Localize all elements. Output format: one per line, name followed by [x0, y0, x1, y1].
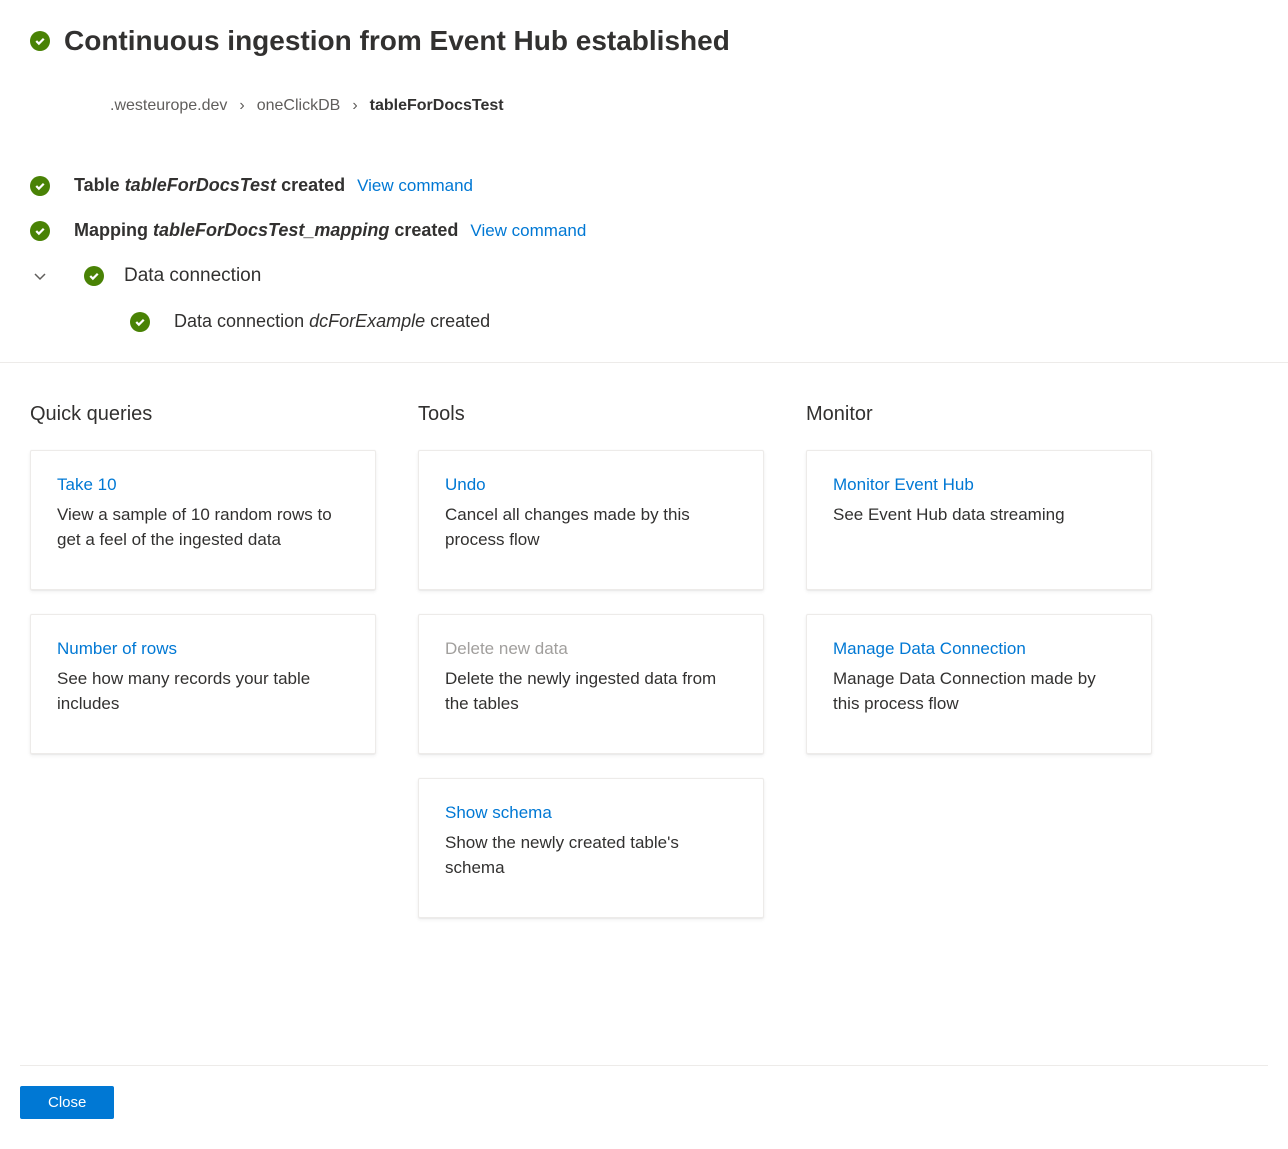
- success-check-icon: [84, 266, 104, 286]
- card-show-schema[interactable]: Show schema Show the newly created table…: [418, 778, 764, 918]
- status-text: Table tableForDocsTest created: [74, 175, 345, 196]
- success-check-icon: [30, 176, 50, 196]
- card-number-of-rows[interactable]: Number of rows See how many records your…: [30, 614, 376, 754]
- card-monitor-event-hub[interactable]: Monitor Event Hub See Event Hub data str…: [806, 450, 1152, 590]
- card-take-10[interactable]: Take 10 View a sample of 10 random rows …: [30, 450, 376, 590]
- status-text: Data connection dcForExample created: [174, 311, 490, 332]
- view-command-link[interactable]: View command: [470, 221, 586, 241]
- success-check-icon: [30, 221, 50, 241]
- success-check-icon: [130, 312, 150, 332]
- card-manage-data-connection[interactable]: Manage Data Connection Manage Data Conne…: [806, 614, 1152, 754]
- breadcrumb: .westeurope.dev › oneClickDB › tableForD…: [110, 97, 1258, 115]
- card-desc: Delete the newly ingested data from the …: [445, 667, 737, 716]
- data-connection-expandable[interactable]: Data connection: [30, 265, 1258, 287]
- card-title: Delete new data: [445, 639, 737, 659]
- breadcrumb-item-database[interactable]: oneClickDB: [257, 97, 341, 115]
- status-text: Mapping tableForDocsTest_mapping created: [74, 220, 458, 241]
- chevron-down-icon: [30, 268, 50, 284]
- tools-section: Tools Undo Cancel all changes made by th…: [418, 403, 764, 942]
- chevron-right-icon: ›: [352, 97, 357, 115]
- close-button[interactable]: Close: [20, 1086, 114, 1119]
- card-desc: View a sample of 10 random rows to get a…: [57, 503, 349, 552]
- page-title: Continuous ingestion from Event Hub esta…: [64, 25, 730, 57]
- section-header: Monitor: [806, 403, 1152, 426]
- card-title[interactable]: Show schema: [445, 803, 737, 823]
- status-table-created: Table tableForDocsTest created View comm…: [30, 175, 1258, 196]
- card-desc: See Event Hub data streaming: [833, 503, 1125, 528]
- card-title[interactable]: Monitor Event Hub: [833, 475, 1125, 495]
- section-header: Tools: [418, 403, 764, 426]
- status-mapping-created: Mapping tableForDocsTest_mapping created…: [30, 220, 1258, 241]
- monitor-section: Monitor Monitor Event Hub See Event Hub …: [806, 403, 1152, 942]
- breadcrumb-item-table: tableForDocsTest: [370, 97, 504, 115]
- quick-queries-section: Quick queries Take 10 View a sample of 1…: [30, 403, 376, 942]
- card-desc: Show the newly created table's schema: [445, 831, 737, 880]
- card-title[interactable]: Undo: [445, 475, 737, 495]
- card-delete-new-data: Delete new data Delete the newly ingeste…: [418, 614, 764, 754]
- divider: [0, 362, 1288, 363]
- card-desc: Cancel all changes made by this process …: [445, 503, 737, 552]
- card-title[interactable]: Take 10: [57, 475, 349, 495]
- status-data-connection-created: Data connection dcForExample created: [130, 311, 1258, 332]
- card-title[interactable]: Manage Data Connection: [833, 639, 1125, 659]
- section-header: Quick queries: [30, 403, 376, 426]
- card-undo[interactable]: Undo Cancel all changes made by this pro…: [418, 450, 764, 590]
- divider: [20, 1065, 1268, 1066]
- chevron-right-icon: ›: [239, 97, 244, 115]
- data-connection-title: Data connection: [124, 265, 261, 287]
- view-command-link[interactable]: View command: [357, 176, 473, 196]
- card-title[interactable]: Number of rows: [57, 639, 349, 659]
- breadcrumb-item-cluster[interactable]: .westeurope.dev: [110, 97, 227, 115]
- card-desc: Manage Data Connection made by this proc…: [833, 667, 1125, 716]
- success-check-icon: [30, 31, 50, 51]
- card-desc: See how many records your table includes: [57, 667, 349, 716]
